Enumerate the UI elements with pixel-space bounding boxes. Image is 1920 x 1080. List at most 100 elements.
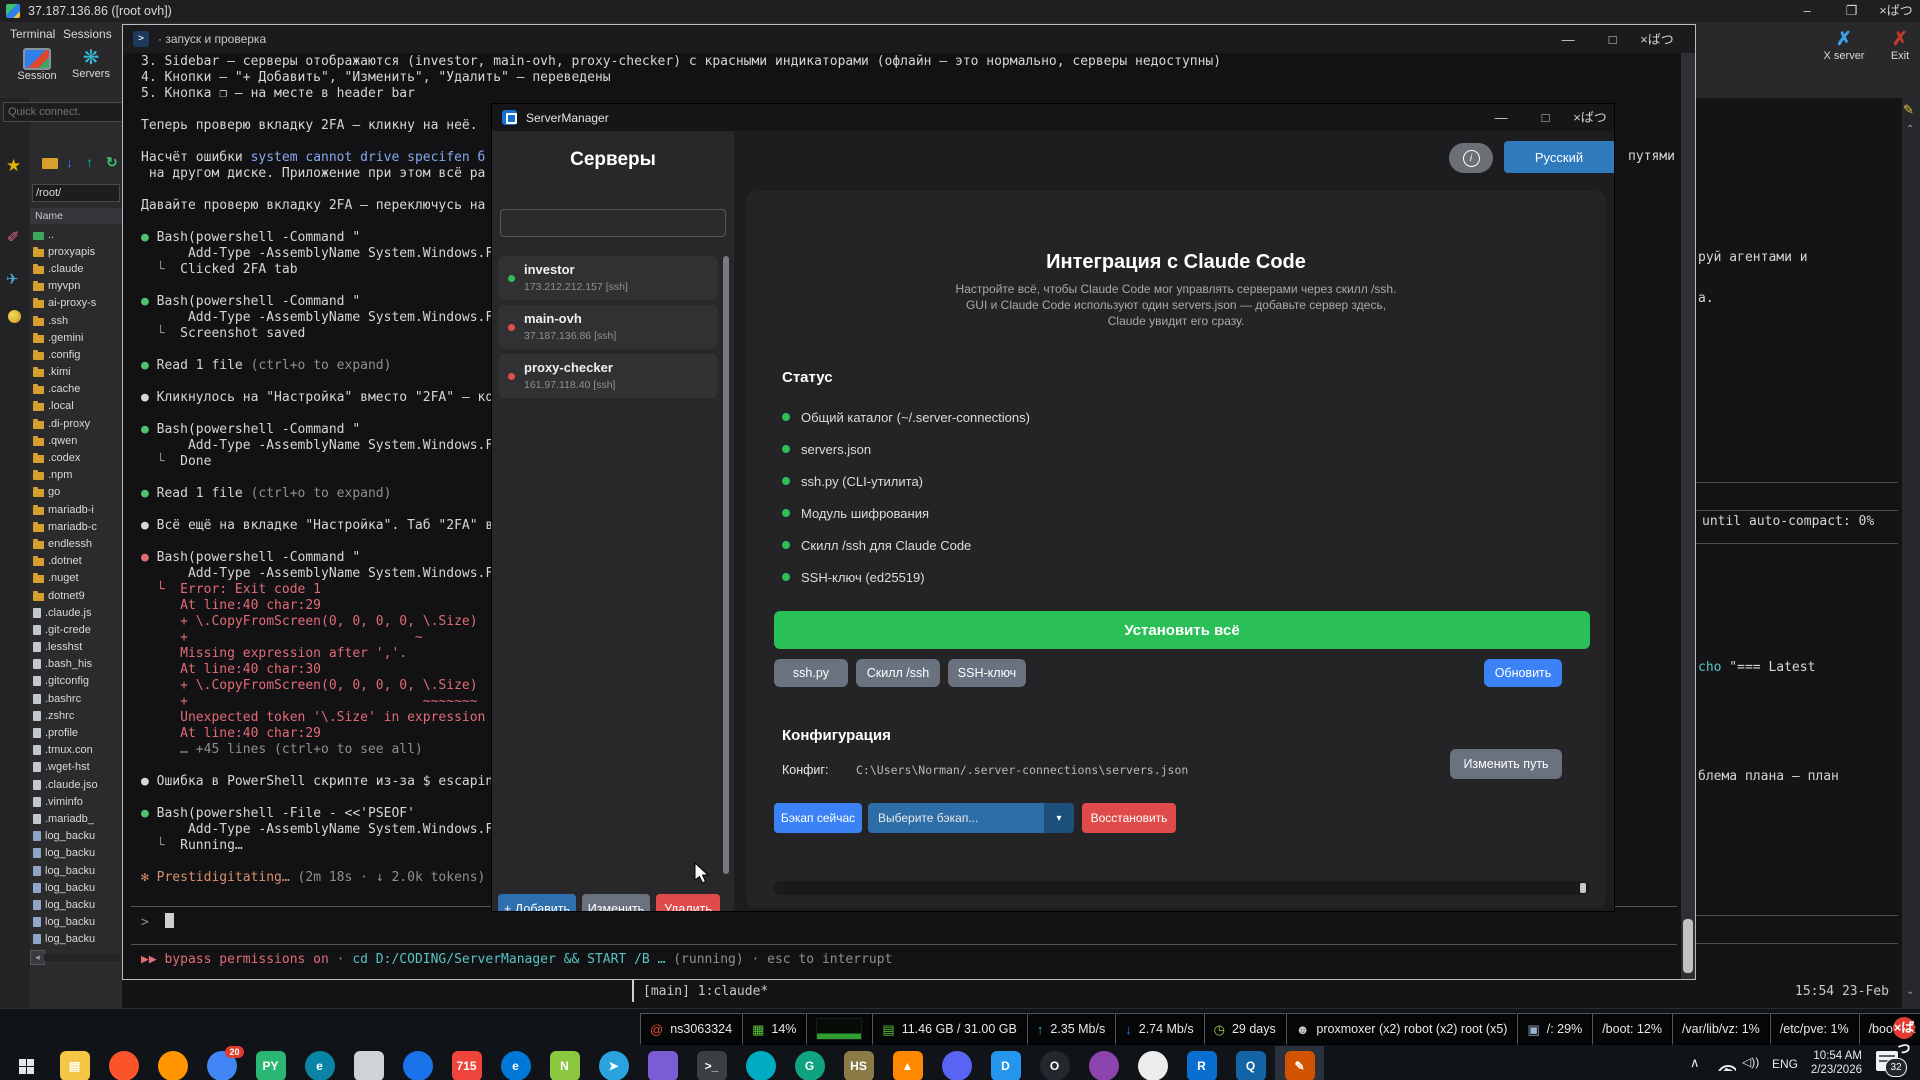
mobaxterm-minimize-button[interactable]: – — [1787, 3, 1827, 18]
terminal-scrollbar[interactable] — [1681, 53, 1695, 979]
terminal-maximize-button[interactable]: □ — [1593, 32, 1633, 47]
folder-item[interactable]: .codex — [30, 449, 122, 466]
taskbar-item-chrome[interactable]: 20 — [197, 1046, 246, 1080]
folder-item[interactable]: dotnet9 — [30, 587, 122, 604]
terminal-cursor[interactable] — [165, 913, 174, 928]
folder-item[interactable]: .claude — [30, 260, 122, 277]
download-icon[interactable]: ↓ — [66, 154, 73, 170]
taskbar-item-rider[interactable]: R — [1177, 1046, 1226, 1080]
hscroll-left-button[interactable]: ◂ — [30, 950, 45, 965]
taskbar-item-pycharm[interactable]: PY — [246, 1046, 295, 1080]
server-list-item[interactable]: investor173.212.212.157 [ssh] — [498, 256, 718, 300]
install-all-button[interactable]: Установить всё — [774, 611, 1590, 649]
taskbar-item-quick-search[interactable]: Q — [1226, 1046, 1275, 1080]
folder-item[interactable]: .config — [30, 346, 122, 363]
add-server-button[interactable]: + Добавить — [498, 894, 576, 912]
taskbar-item-docker[interactable]: D — [981, 1046, 1030, 1080]
scroll-up-icon[interactable]: ⌃ — [1906, 124, 1914, 135]
files-header[interactable]: Name — [30, 208, 122, 224]
folder-item[interactable]: .qwen — [30, 432, 122, 449]
folder-item[interactable]: myvpn — [30, 278, 122, 295]
taskbar-item-hs-app[interactable]: HS — [834, 1046, 883, 1080]
volume-icon[interactable]: ◁)) — [1742, 1055, 1759, 1069]
delete-server-button[interactable]: Удалить — [656, 894, 720, 912]
terminal-close-button[interactable]: ×ばつ — [1637, 29, 1677, 48]
folder-item[interactable]: .npm — [30, 467, 122, 484]
servermanager-maximize-button[interactable]: □ — [1526, 110, 1566, 125]
change-path-button[interactable]: Изменить путь — [1450, 749, 1562, 779]
file-item[interactable]: .wget-hst — [30, 759, 122, 776]
file-item[interactable]: .tmux.con — [30, 742, 122, 759]
language-indicator[interactable]: ENG — [1772, 1057, 1798, 1071]
macros-icon[interactable]: ✐ — [7, 228, 20, 246]
taskbar-item-edge[interactable]: e — [295, 1046, 344, 1080]
file-item[interactable]: log_backu — [30, 896, 122, 913]
toolbar-servers-button[interactable]: ❋ Servers — [66, 48, 116, 80]
sidebar-scrollbar-thumb[interactable] — [723, 256, 729, 874]
file-item[interactable]: .profile — [30, 724, 122, 741]
file-item[interactable]: log_backu — [30, 862, 122, 879]
monitor-close-button[interactable]: ×ばつ — [1893, 1017, 1915, 1039]
file-item[interactable]: log_backu — [30, 914, 122, 931]
taskbar-item-app-teal[interactable] — [736, 1046, 785, 1080]
folder-item[interactable]: .. — [30, 226, 122, 243]
restore-button[interactable]: Восстановить — [1082, 803, 1176, 833]
folder-item[interactable]: .ssh — [30, 312, 122, 329]
file-item[interactable]: .viminfo — [30, 793, 122, 810]
taskbar-item-notepad-plus[interactable]: N — [540, 1046, 589, 1080]
servermanager-close-button[interactable]: ×ばつ — [1570, 107, 1610, 126]
tray-chevron-icon[interactable]: ∧ — [1690, 1055, 1700, 1071]
edit-pencil-icon[interactable]: ✎ — [1903, 102, 1914, 118]
terminal-scrollbar-thumb[interactable] — [1683, 919, 1693, 973]
folder-item[interactable]: mariadb-i — [30, 501, 122, 518]
taskbar-item-firefox[interactable] — [148, 1046, 197, 1080]
folder-item[interactable]: .local — [30, 398, 122, 415]
folder-item[interactable]: .kimi — [30, 364, 122, 381]
edit-server-button[interactable]: Изменить — [582, 894, 650, 912]
taskbar-item-chrome-profile[interactable] — [393, 1046, 442, 1080]
mobaxterm-scrollbar[interactable]: ⌃ ⌄ — [1902, 98, 1920, 1008]
file-item[interactable]: log_backu — [30, 931, 122, 948]
servermanager-minimize-button[interactable]: — — [1481, 110, 1521, 125]
taskbar-item-anydesk[interactable]: 715 — [442, 1046, 491, 1080]
file-item[interactable]: .mariadb_ — [30, 810, 122, 827]
folder-item[interactable]: .gemini — [30, 329, 122, 346]
taskbar-item-terminal[interactable]: >_ — [687, 1046, 736, 1080]
sshpy-button[interactable]: ssh.py — [774, 659, 848, 687]
hscroll-track[interactable] — [44, 954, 120, 961]
folder-item[interactable]: mariadb-c — [30, 518, 122, 535]
file-item[interactable]: .bashrc — [30, 690, 122, 707]
skill-ssh-button[interactable]: Скилл /ssh — [856, 659, 940, 687]
file-item[interactable]: log_backu — [30, 879, 122, 896]
upload-icon[interactable]: ↑ — [86, 154, 93, 170]
taskbar-item-paint[interactable]: ✎ — [1275, 1046, 1324, 1080]
menu-sessions[interactable]: Sessions — [55, 24, 120, 44]
file-item[interactable]: .gitconfig — [30, 673, 122, 690]
refresh-button[interactable]: Обновить — [1484, 659, 1562, 687]
folder-up-icon[interactable] — [42, 158, 58, 169]
taskbar-item-edge-beta[interactable]: e — [491, 1046, 540, 1080]
toolbar-xserver-button[interactable]: ✗ X server — [1812, 30, 1876, 62]
folder-item[interactable]: .nuget — [30, 570, 122, 587]
server-list-item[interactable]: proxy-checker161.97.118.40 [ssh] — [498, 354, 718, 398]
taskbar-item-app-gradient[interactable] — [1079, 1046, 1128, 1080]
toolbar-exit-button[interactable]: ✗ Exit — [1882, 30, 1918, 62]
server-search-input[interactable] — [500, 209, 726, 237]
tools-icon[interactable]: ✈ — [6, 270, 19, 288]
taskbar-item-brave[interactable] — [99, 1046, 148, 1080]
taskbar-item-screenshot-tool[interactable] — [344, 1046, 393, 1080]
taskbar-item-file-explorer[interactable]: ▤ — [50, 1046, 99, 1080]
file-item[interactable]: log_backu — [30, 845, 122, 862]
action-center-icon[interactable]: 32 — [1876, 1051, 1898, 1071]
folder-item[interactable]: .di-proxy — [30, 415, 122, 432]
taskbar-item-telegram[interactable]: ➤ — [589, 1046, 638, 1080]
wifi-icon[interactable] — [1716, 1057, 1736, 1071]
games-icon[interactable] — [8, 310, 21, 323]
folder-item[interactable]: .dotnet — [30, 553, 122, 570]
file-item[interactable]: .git-crede — [30, 621, 122, 638]
backup-now-button[interactable]: Бэкап сейчас — [774, 803, 862, 833]
taskbar-item-chatgpt[interactable]: G — [785, 1046, 834, 1080]
backup-select[interactable]: Выберите бэкап... ▾ — [868, 803, 1074, 833]
folder-item[interactable]: .cache — [30, 381, 122, 398]
folder-item[interactable]: go — [30, 484, 122, 501]
